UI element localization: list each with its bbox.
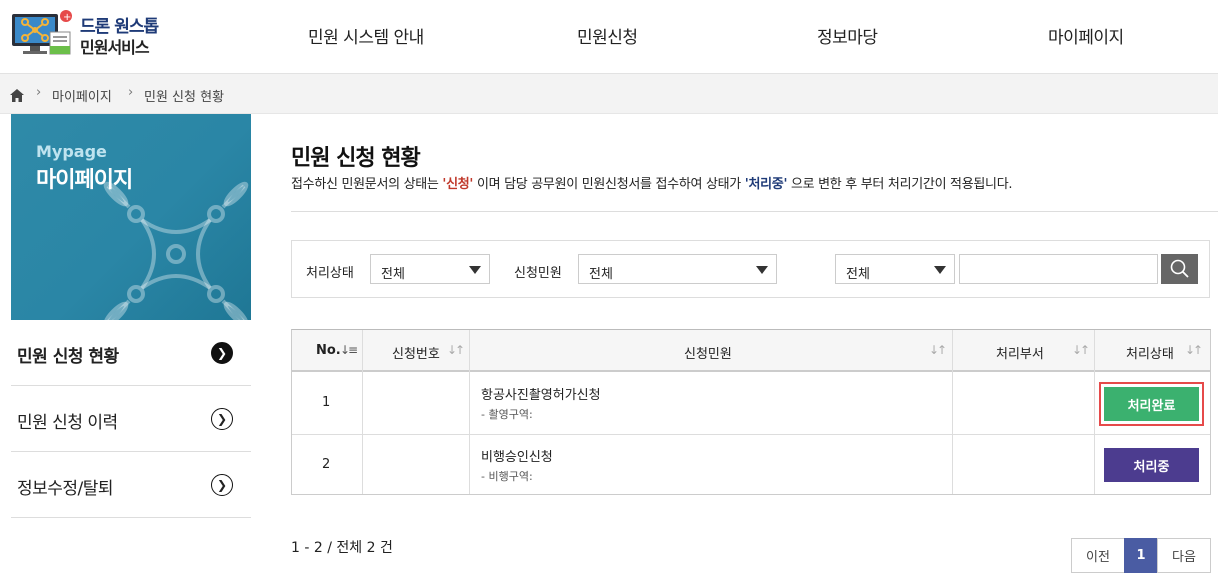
desc-text: 으로 변한 후 부터 처리기간이 적용됩니다.: [787, 177, 1013, 192]
col-no[interactable]: No.: [316, 343, 341, 358]
type-filter-label: 신청민원: [514, 266, 562, 281]
sidebar-item-account[interactable]: 정보수정/탈퇴 ❯: [11, 452, 251, 518]
filter-panel: 처리상태 전체 신청민원 전체 전체: [291, 240, 1210, 298]
search-button[interactable]: [1161, 254, 1198, 284]
breadcrumb-current: 민원 신청 현황: [144, 90, 225, 105]
row-no: 1: [322, 395, 331, 410]
sidebar-item-label: 민원 신청 이력: [17, 413, 118, 433]
search-icon: [1170, 259, 1189, 278]
chevron-right-icon: ›: [128, 85, 134, 100]
home-icon[interactable]: [10, 89, 24, 102]
sort-icon[interactable]: ↓↑: [929, 343, 947, 357]
arrow-right-circle-icon: ❯: [211, 474, 233, 496]
table-row[interactable]: 2 비행승인신청 - 비행구역: 처리중: [292, 434, 1210, 495]
arrow-right-circle-icon: ❯: [211, 342, 233, 364]
result-count: 1 - 2 / 전체 2 건: [291, 540, 393, 556]
search-input[interactable]: [959, 254, 1158, 284]
search-scope-value: 전체: [846, 267, 870, 282]
sidebar-item-status[interactable]: 민원 신청 현황 ❯: [11, 320, 251, 386]
row-title[interactable]: 항공사진촬영허가신청: [481, 384, 601, 403]
table-header: No. ↓≡ 신청번호 ↓↑ 신청민원 ↓↑ 처리부서 ↓↑ 처리상태 ↓↑: [292, 330, 1210, 372]
col-status[interactable]: 처리상태: [1126, 343, 1174, 362]
caret-down-icon: [756, 266, 768, 274]
divider: [291, 211, 1218, 212]
caret-down-icon: [469, 266, 481, 274]
status-done-button[interactable]: 처리완료: [1104, 387, 1199, 421]
desc-highlight-processing: '처리중': [744, 177, 788, 192]
sidebar-banner: Mypage 마이페이지: [11, 114, 251, 320]
nav-apply[interactable]: 민원신청: [577, 23, 638, 48]
breadcrumb-mypage[interactable]: 마이페이지: [52, 86, 112, 105]
table-row[interactable]: 1 항공사진촬영허가신청 - 촬영구역: 처리완료: [292, 373, 1210, 434]
sort-icon[interactable]: ↓↑: [1185, 343, 1203, 357]
row-subtitle: - 비행구역:: [481, 470, 533, 483]
sidebar-item-label: 민원 신청 현황: [17, 347, 119, 367]
col-request[interactable]: 신청민원: [684, 343, 732, 362]
row-no: 2: [322, 457, 331, 472]
page-description: 접수하신 민원문서의 상태는 '신청' 이며 담당 공무원이 민원신청서를 접수…: [291, 173, 1012, 192]
nav-mypage[interactable]: 마이페이지: [1048, 23, 1124, 48]
desc-text: 접수하신 민원문서의 상태는: [291, 177, 443, 192]
status-filter-select[interactable]: 전체: [370, 254, 490, 284]
status-processing-button[interactable]: 처리중: [1104, 448, 1199, 482]
type-filter-value: 전체: [589, 267, 613, 282]
col-dept[interactable]: 처리부서: [996, 343, 1044, 362]
site-logo[interactable]: + 드론 원스톱 민원서비스: [10, 8, 180, 58]
nav-info[interactable]: 정보마당: [817, 23, 878, 48]
logo-subtitle: 민원서비스: [80, 38, 150, 57]
row-title[interactable]: 비행승인신청: [481, 446, 553, 465]
caret-down-icon: [934, 266, 946, 274]
page-title: 민원 신청 현황: [291, 146, 421, 171]
status-filter-value: 전체: [381, 267, 405, 282]
drone-outline-icon: [103, 181, 249, 320]
sidebar-item-label: 정보수정/탈퇴: [17, 479, 114, 499]
pagination-next[interactable]: 다음: [1157, 538, 1211, 573]
arrow-right-circle-icon: ❯: [211, 408, 233, 430]
sidebar-item-history[interactable]: 민원 신청 이력 ❯: [11, 386, 251, 452]
pagination-page-current[interactable]: 1: [1124, 538, 1158, 573]
pagination-prev[interactable]: 이전: [1071, 538, 1125, 573]
col-number[interactable]: 신청번호: [392, 343, 440, 362]
sort-desc-icon[interactable]: ↓≡: [340, 343, 358, 357]
sidebar-banner-en: Mypage: [36, 142, 107, 161]
desc-highlight-apply: '신청': [442, 177, 474, 192]
request-table: No. ↓≡ 신청번호 ↓↑ 신청민원 ↓↑ 처리부서 ↓↑ 처리상태 ↓↑ 1…: [291, 329, 1211, 495]
sort-icon[interactable]: ↓↑: [447, 343, 465, 357]
type-filter-select[interactable]: 전체: [578, 254, 777, 284]
nav-guide[interactable]: 민원 시스템 안내: [308, 23, 424, 48]
search-scope-select[interactable]: 전체: [835, 254, 955, 284]
monitor-drone-icon: +: [12, 10, 72, 55]
chevron-right-icon: ›: [36, 85, 42, 100]
svg-text:+: +: [63, 12, 71, 23]
row-subtitle: - 촬영구역:: [481, 408, 533, 421]
status-filter-label: 처리상태: [306, 266, 354, 281]
sort-icon[interactable]: ↓↑: [1072, 343, 1090, 357]
site-header: + 드론 원스톱 민원서비스 민원 시스템 안내 민원신청 정보마당 마이페이지: [0, 0, 1218, 74]
breadcrumb: › 마이페이지 › 민원 신청 현황: [0, 74, 1218, 114]
desc-text: 이며 담당 공무원이 민원신청서를 접수하여 상태가: [473, 177, 745, 192]
